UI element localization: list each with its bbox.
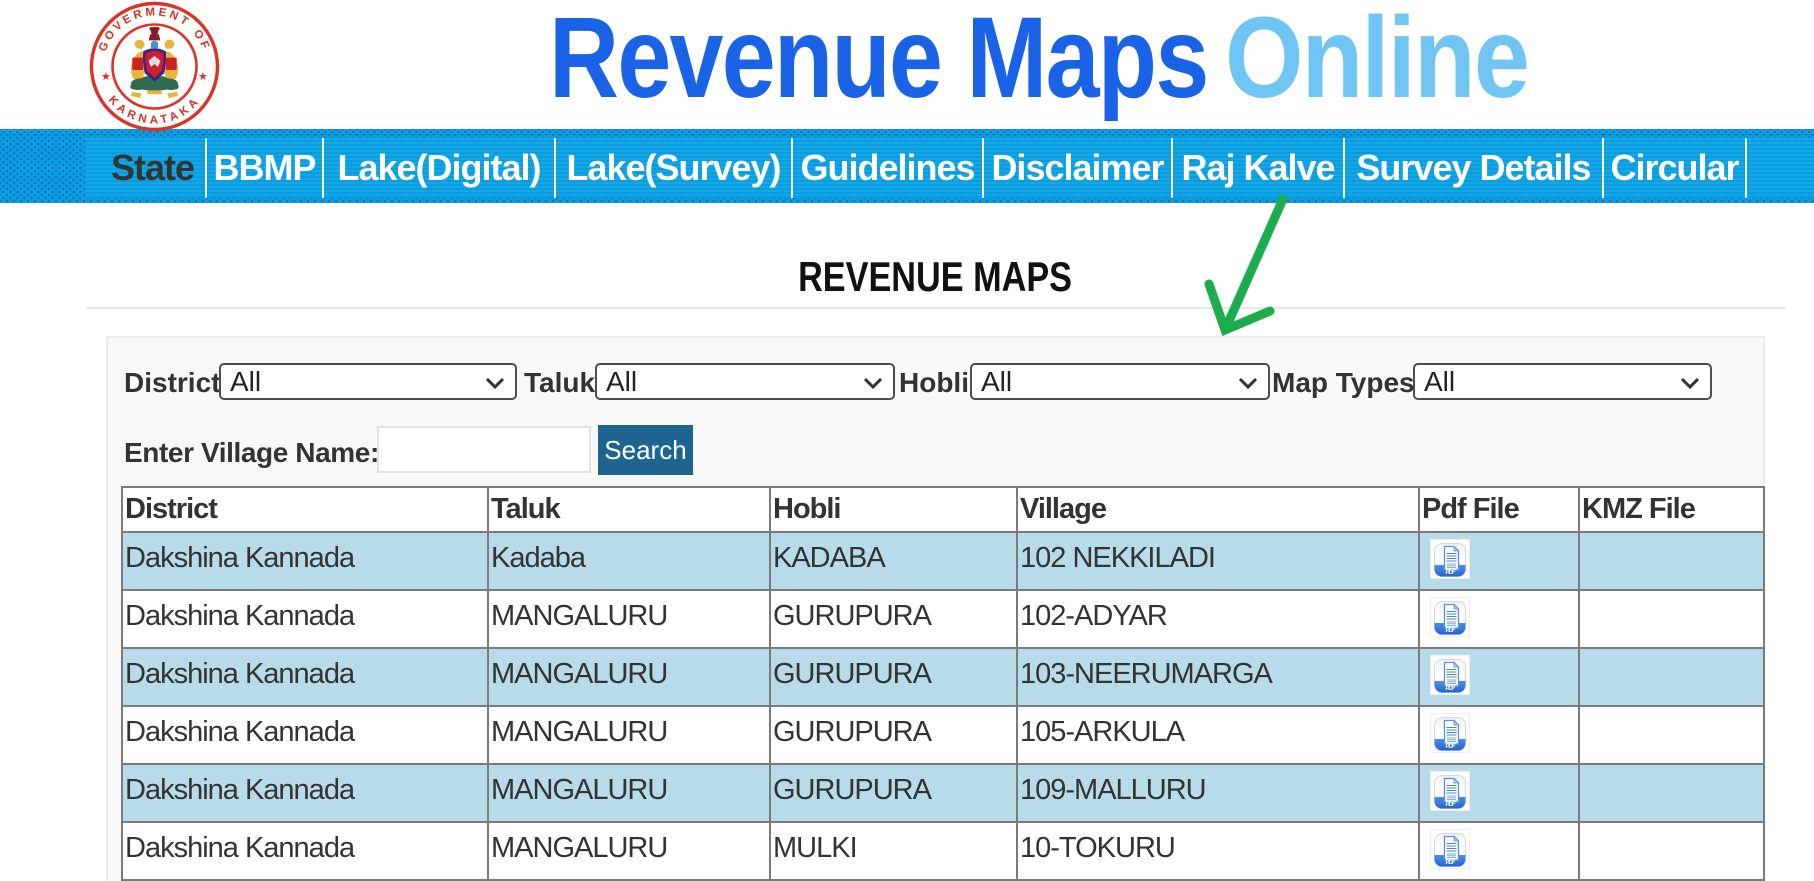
svg-text:★: ★	[101, 71, 111, 83]
svg-text:★: ★	[198, 71, 208, 83]
